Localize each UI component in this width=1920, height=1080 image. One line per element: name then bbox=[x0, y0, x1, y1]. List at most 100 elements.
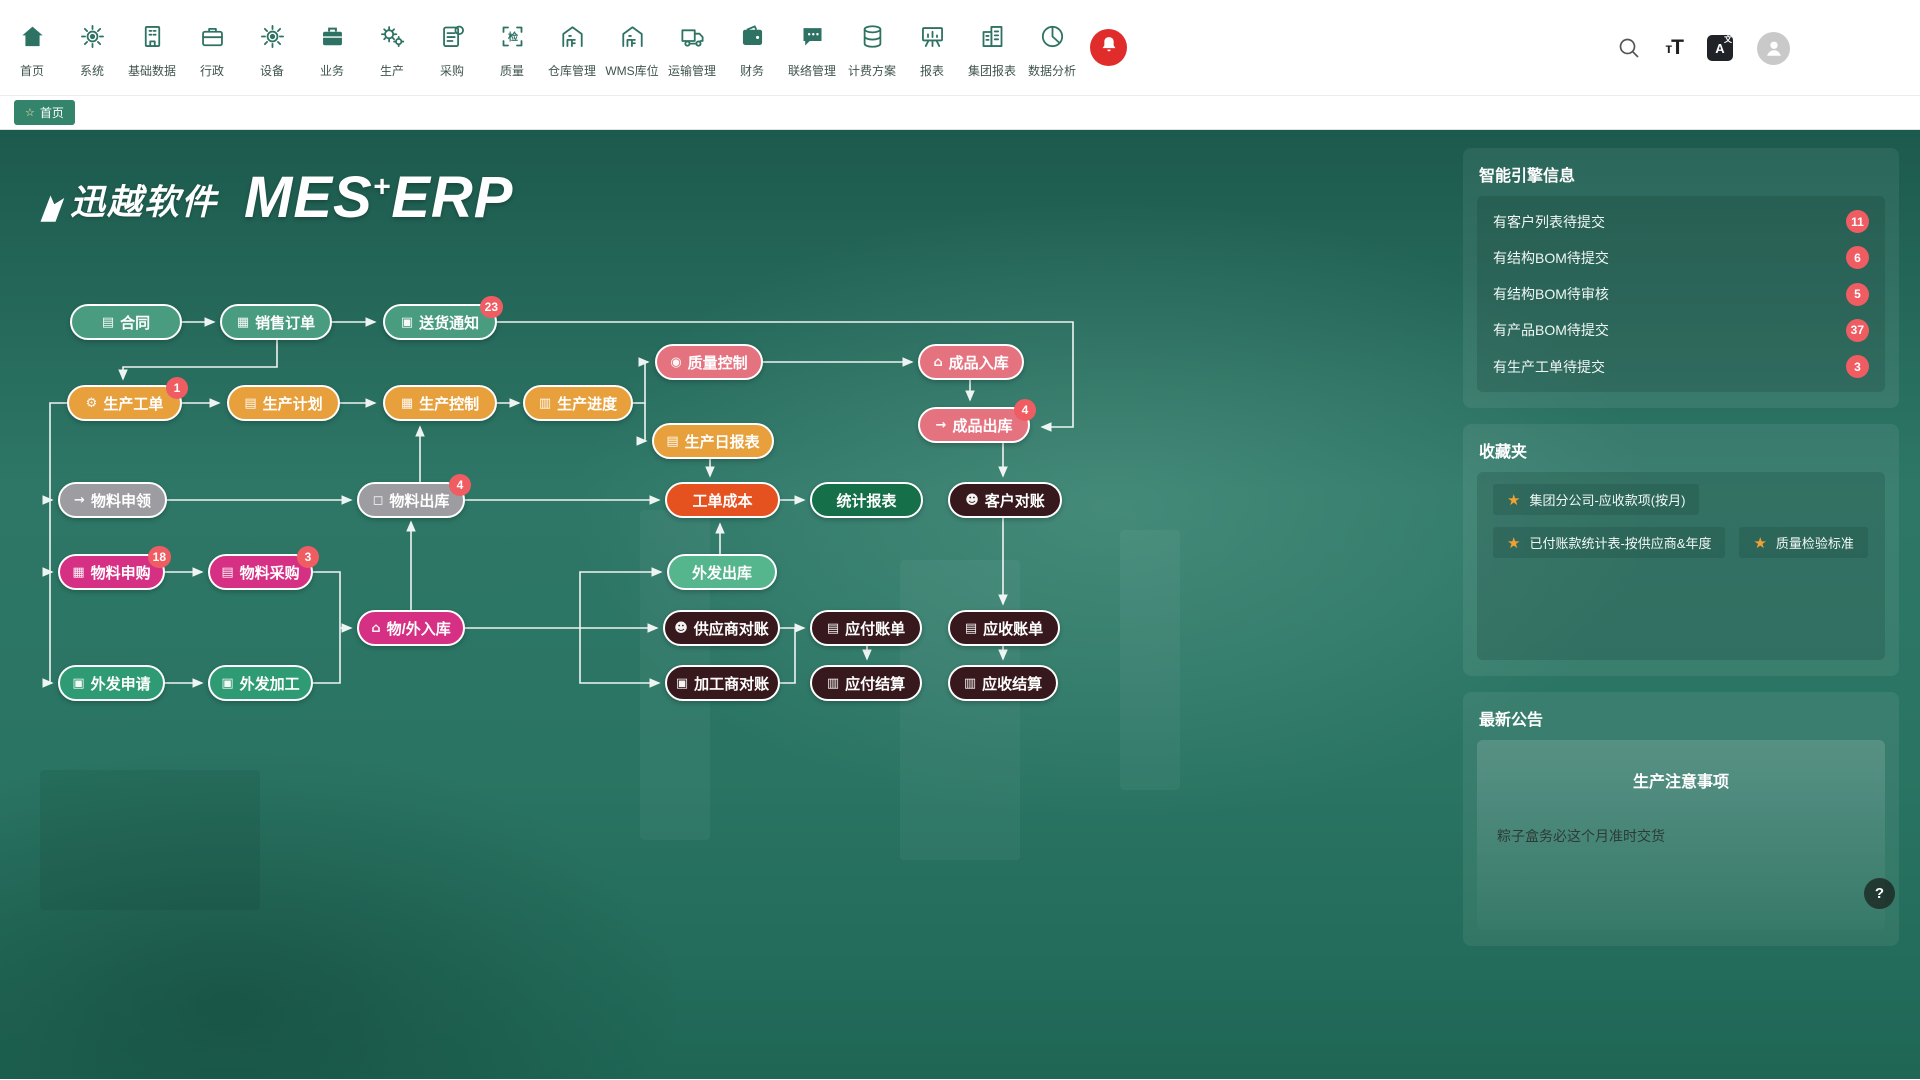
finished-goods-outbound-icon: → bbox=[936, 418, 947, 433]
nav-item-board-15[interactable]: 报表 bbox=[902, 17, 962, 79]
flow-node-label: 送货通知 bbox=[419, 312, 479, 333]
flow-node-contract[interactable]: ▤合同 bbox=[70, 304, 182, 340]
engine-item[interactable]: 有生产工单待提交 3 bbox=[1493, 355, 1869, 378]
flow-node-finished-goods-inbound[interactable]: ⌂成品入库 bbox=[918, 344, 1024, 380]
nav-item-wallet-12[interactable]: 财务 bbox=[722, 17, 782, 79]
flow-node-production-daily-report[interactable]: ▤生产日报表 bbox=[652, 423, 774, 459]
nav-item-pie-17[interactable]: 数据分析 bbox=[1022, 17, 1082, 79]
favorites-row: ★ 集团分公司-应收款项(按月) bbox=[1493, 484, 1869, 515]
nav-item-gear-1[interactable]: 系统 bbox=[62, 17, 122, 79]
outsourcing-process-icon: ▣ bbox=[221, 676, 233, 691]
flow-node-receivable-settlement[interactable]: ▥应收结算 bbox=[948, 665, 1058, 701]
material-purchase-request-icon: ▦ bbox=[72, 565, 84, 580]
notification-bell-button[interactable] bbox=[1090, 29, 1127, 66]
favorite-item[interactable]: ★ 集团分公司-应收款项(按月) bbox=[1493, 484, 1699, 515]
flow-node-outsourcing-process[interactable]: ▣外发加工 bbox=[208, 665, 313, 701]
wallet-icon bbox=[739, 23, 766, 55]
flow-node-production-workorder[interactable]: ⚙生产工单1 bbox=[67, 385, 182, 421]
flow-node-label: 生产工单 bbox=[103, 393, 163, 414]
flow-node-processor-reconciliation[interactable]: ▣加工商对账 bbox=[665, 665, 780, 701]
sales-order-icon: ▦ bbox=[237, 315, 249, 330]
nav-menu: 首页 系统 基础数据 行政 设备 业务 生产 采购 检 质量 仓库管理 WMS库位… bbox=[0, 17, 1082, 79]
engine-item[interactable]: 有结构BOM待提交 6 bbox=[1493, 246, 1869, 269]
nav-item-chat-13[interactable]: 联络管理 bbox=[782, 17, 842, 79]
engine-item[interactable]: 有结构BOM待审核 5 bbox=[1493, 283, 1869, 306]
flow-node-material-purchase-request[interactable]: ▦物料申购18 bbox=[58, 554, 165, 590]
flow-node-label: 生产控制 bbox=[419, 393, 479, 414]
nav-item-database-14[interactable]: 计费方案 bbox=[842, 17, 902, 79]
nav-item-briefcase-solid-5[interactable]: 业务 bbox=[302, 17, 362, 79]
count-badge: 3 bbox=[1846, 355, 1869, 378]
home-icon bbox=[19, 23, 46, 55]
favorites-row: ★ 已付账款统计表-按供应商&年度 ★ 质量检验标准 bbox=[1493, 527, 1869, 558]
nav-item-doc-badge-7[interactable]: 采购 bbox=[422, 17, 482, 79]
nav-item-building-2[interactable]: 基础数据 bbox=[122, 17, 182, 79]
nav-item-truck-11[interactable]: 运输管理 bbox=[662, 17, 722, 79]
flow-node-payable-settlement[interactable]: ▥应付结算 bbox=[810, 665, 922, 701]
flow-node-sales-order[interactable]: ▦销售订单 bbox=[220, 304, 332, 340]
flow-node-material-external-inbound[interactable]: ⌂物/外入库 bbox=[357, 610, 465, 646]
flow-node-customer-reconciliation[interactable]: ☻客户对账 bbox=[948, 482, 1062, 518]
flow-node-production-control[interactable]: ▦ 生产控制 bbox=[383, 385, 497, 421]
nav-item-scan-check-8[interactable]: 检 质量 bbox=[482, 17, 542, 79]
nav-item-label: 联络管理 bbox=[788, 62, 836, 79]
tab-home[interactable]: ☆ 首页 bbox=[14, 100, 75, 125]
favorite-item[interactable]: ★ 已付账款统计表-按供应商&年度 bbox=[1493, 527, 1725, 558]
favorite-item[interactable]: ★ 质量检验标准 bbox=[1739, 527, 1867, 558]
flow-node-statistics-report[interactable]: 统计报表 bbox=[810, 482, 923, 518]
bell-icon bbox=[1099, 35, 1119, 60]
count-badge: 6 bbox=[1846, 246, 1869, 269]
count-badge: 3 bbox=[297, 546, 319, 568]
nav-item-buildings-16[interactable]: 集团报表 bbox=[962, 17, 1022, 79]
star-icon: ★ bbox=[1507, 491, 1520, 509]
nav-item-label: 计费方案 bbox=[848, 62, 896, 79]
flow-node-payable-bill[interactable]: ▤应付账单 bbox=[810, 610, 922, 646]
flow-node-quality-control[interactable]: ◉质量控制 bbox=[655, 344, 763, 380]
engine-item-label: 有客户列表待提交 bbox=[1493, 212, 1605, 232]
help-button[interactable]: ? bbox=[1864, 878, 1895, 909]
count-badge: 11 bbox=[1846, 210, 1869, 233]
nav-item-gears-6[interactable]: 生产 bbox=[362, 17, 422, 79]
production-daily-report-icon: ▤ bbox=[666, 434, 678, 449]
flow-node-workorder-cost[interactable]: 工单成本 bbox=[665, 482, 780, 518]
app-logo: 迅越软件 MES+ERP bbox=[38, 170, 514, 225]
flow-node-material-requisition[interactable]: →物料申领 bbox=[58, 482, 167, 518]
buildings-icon bbox=[979, 23, 1006, 55]
nav-item-warehouse-10[interactable]: WMS库位 bbox=[602, 17, 662, 79]
flow-node-outsourcing-request[interactable]: ▣外发申请 bbox=[58, 665, 165, 701]
notice-title: 生产注意事项 bbox=[1493, 768, 1869, 792]
star-icon: ★ bbox=[1507, 534, 1520, 552]
flow-node-supplier-reconciliation[interactable]: ☻供应商对账 bbox=[663, 610, 780, 646]
nav-item-gear-4[interactable]: 设备 bbox=[242, 17, 302, 79]
warehouse-icon bbox=[619, 23, 646, 55]
engine-item[interactable]: 有产品BOM待提交 37 bbox=[1493, 319, 1869, 342]
engine-item[interactable]: 有客户列表待提交 11 bbox=[1493, 210, 1869, 233]
flow-node-production-progress[interactable]: ▥生产进度 bbox=[523, 385, 633, 421]
home-dashboard: 迅越软件 MES+ERP bbox=[0, 130, 1920, 1079]
production-control-icon: ▦ bbox=[401, 396, 413, 411]
flow-node-receivable-bill[interactable]: ▤应收账单 bbox=[948, 610, 1060, 646]
flow-node-material-purchase[interactable]: ▤物料采购3 bbox=[208, 554, 313, 590]
favorite-item-label: 已付账款统计表-按供应商&年度 bbox=[1529, 533, 1711, 552]
flow-node-label: 生产进度 bbox=[557, 393, 617, 414]
contract-icon: ▤ bbox=[102, 315, 114, 330]
processor-reconciliation-icon: ▣ bbox=[676, 676, 688, 691]
nav-item-briefcase-3[interactable]: 行政 bbox=[182, 17, 242, 79]
flow-node-outsourcing-outbound[interactable]: 外发出库 bbox=[667, 554, 777, 590]
nav-item-warehouse-9[interactable]: 仓库管理 bbox=[542, 17, 602, 79]
pie-icon bbox=[1039, 23, 1066, 55]
flow-node-delivery-notice[interactable]: ▣送货通知23 bbox=[383, 304, 497, 340]
font-size-icon[interactable]: тT bbox=[1665, 36, 1683, 60]
nav-item-label: 采购 bbox=[440, 62, 464, 79]
nav-item-home-0[interactable]: 首页 bbox=[2, 17, 62, 79]
flow-node-production-plan[interactable]: ▤生产计划 bbox=[227, 385, 340, 421]
search-icon[interactable] bbox=[1617, 36, 1641, 60]
flow-node-material-outbound[interactable]: ◻物料出库4 bbox=[357, 482, 465, 518]
flow-node-finished-goods-outbound[interactable]: →成品出库4 bbox=[918, 407, 1030, 443]
announcement-panel: 最新公告 生产注意事项 粽子盒务必这个月准时交货 bbox=[1463, 692, 1899, 946]
nav-item-label: 首页 bbox=[20, 62, 44, 79]
favorites-title: 收藏夹 bbox=[1479, 438, 1883, 462]
translate-icon[interactable]: A文 bbox=[1707, 35, 1733, 61]
material-requisition-icon: → bbox=[74, 493, 85, 508]
user-avatar[interactable] bbox=[1757, 32, 1790, 65]
